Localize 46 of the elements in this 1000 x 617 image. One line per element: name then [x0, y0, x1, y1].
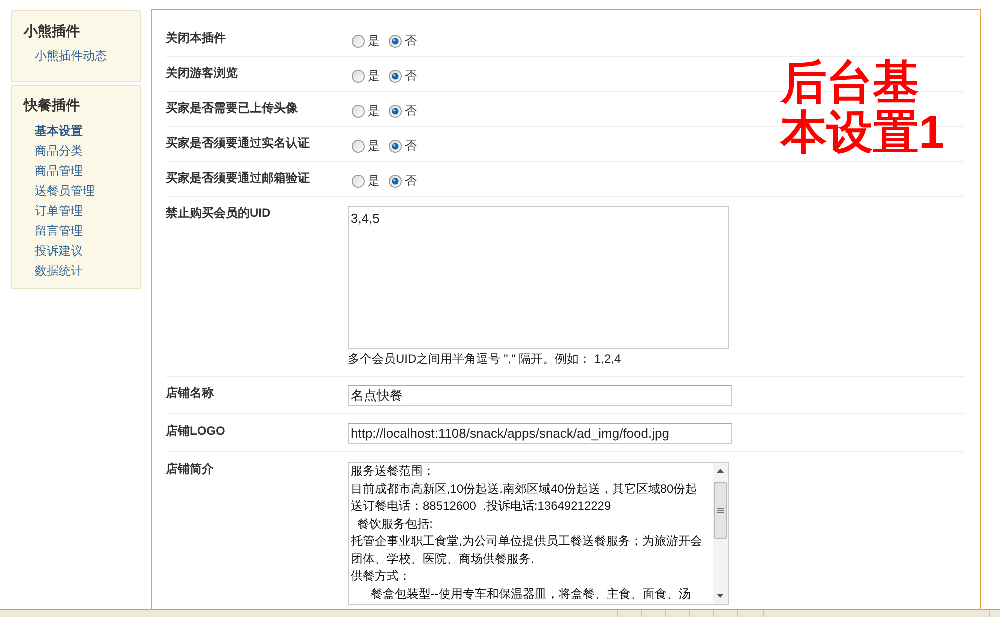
sidebar-link[interactable]: 商品管理 [35, 161, 128, 181]
field-label: 买家是否须要通过实名认证 [166, 135, 311, 152]
radio-button[interactable] [352, 140, 365, 153]
radio-label: 否 [405, 105, 417, 118]
sidebar-link[interactable]: 基本设置 [35, 121, 128, 141]
field-label: 买家是否需要已上传头像 [166, 100, 299, 117]
sidebar-heading: 快餐插件 [24, 96, 81, 114]
text-input[interactable]: 名点快餐 [348, 385, 732, 406]
radio-label: 否 [405, 140, 417, 153]
radio-label: 是 [368, 105, 380, 118]
sidebar-link[interactable]: 小熊插件动态 [35, 48, 128, 64]
field-label: 关闭本插件 [166, 30, 227, 47]
radio-button[interactable] [389, 105, 402, 118]
radio-label: 否 [405, 35, 417, 48]
radio-label: 是 [368, 70, 380, 83]
radio-button[interactable] [352, 175, 365, 188]
radio-button[interactable] [352, 70, 365, 83]
radio-button[interactable] [352, 105, 365, 118]
annotation-text: 后台基 [781, 57, 920, 107]
sidebar-link[interactable]: 商品分类 [35, 141, 128, 161]
sidebar-link[interactable]: 订单管理 [35, 201, 128, 221]
field-label: 禁止购买会员的UID [166, 205, 272, 222]
radio-label: 是 [368, 140, 380, 153]
radio-button[interactable] [389, 175, 402, 188]
radio-button[interactable] [389, 35, 402, 48]
text-input[interactable]: http://localhost:1108/snack/apps/snack/ad_img/food.jpg [348, 423, 732, 444]
field-label: 店铺LOGO [166, 423, 226, 440]
radio-label: 是 [368, 35, 380, 48]
field-label: 关闭游客浏览 [166, 65, 239, 82]
field-label: 买家是否须要通过邮箱验证 [166, 170, 311, 187]
sidebar-link[interactable]: 送餐员管理 [35, 181, 128, 201]
radio-button[interactable] [352, 35, 365, 48]
sidebar-heading: 小熊插件 [24, 22, 81, 40]
radio-label: 否 [405, 175, 417, 188]
radio-button[interactable] [389, 140, 402, 153]
field-label: 店铺简介 [166, 461, 215, 478]
annotation-text: 本设置1 [781, 107, 945, 157]
radio-button[interactable] [389, 70, 402, 83]
textarea-field[interactable]: 3,4,5 [348, 206, 729, 349]
field-label: 店铺名称 [166, 385, 215, 402]
radio-label: 是 [368, 175, 380, 188]
sidebar-link[interactable]: 数据统计 [35, 261, 128, 281]
radio-label: 否 [405, 70, 417, 83]
hint-text: 多个会员UID之间用半角逗号 "," 隔开。例如： 1,2,4 [348, 351, 622, 367]
sidebar-link[interactable]: 留言管理 [35, 221, 128, 241]
sidebar-link[interactable]: 投诉建议 [35, 241, 128, 261]
